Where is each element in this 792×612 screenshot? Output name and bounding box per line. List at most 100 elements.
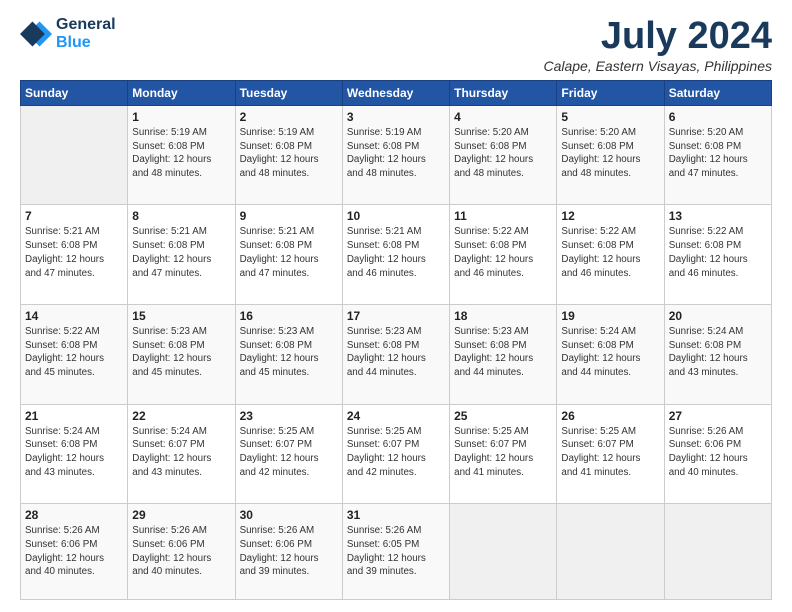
day-number: 14 <box>25 309 123 323</box>
day-number: 31 <box>347 508 445 522</box>
day-number: 3 <box>347 110 445 124</box>
day-number: 24 <box>347 409 445 423</box>
table-row: 10 Sunrise: 5:21 AM Sunset: 6:08 PM Dayli… <box>342 205 449 305</box>
title-block: July 2024 Calape, Eastern Visayas, Phili… <box>543 16 772 74</box>
day-number: 11 <box>454 209 552 223</box>
day-number: 19 <box>561 309 659 323</box>
day-info: Sunrise: 5:26 AM Sunset: 6:06 PM Dayligh… <box>669 425 767 480</box>
col-tuesday: Tuesday <box>235 80 342 105</box>
day-info: Sunrise: 5:20 AM Sunset: 6:08 PM Dayligh… <box>669 126 767 181</box>
col-thursday: Thursday <box>450 80 557 105</box>
day-number: 5 <box>561 110 659 124</box>
day-number: 2 <box>240 110 338 124</box>
day-info: Sunrise: 5:21 AM Sunset: 6:08 PM Dayligh… <box>25 225 123 280</box>
table-row: 19 Sunrise: 5:24 AM Sunset: 6:08 PM Dayli… <box>557 305 664 405</box>
day-info: Sunrise: 5:23 AM Sunset: 6:08 PM Dayligh… <box>132 325 230 380</box>
logo: General Blue <box>20 16 116 51</box>
table-row <box>450 504 557 600</box>
day-number: 1 <box>132 110 230 124</box>
col-saturday: Saturday <box>664 80 771 105</box>
logo-icon <box>20 18 52 50</box>
week-row-2: 7 Sunrise: 5:21 AM Sunset: 6:08 PM Daylig… <box>21 205 772 305</box>
table-row: 21Sunrise: 5:24 AM Sunset: 6:08 PM Dayli… <box>21 404 128 504</box>
col-monday: Monday <box>128 80 235 105</box>
table-row: 16Sunrise: 5:23 AM Sunset: 6:08 PM Dayli… <box>235 305 342 405</box>
table-row: 12Sunrise: 5:22 AM Sunset: 6:08 PM Dayli… <box>557 205 664 305</box>
week-row-1: 1 Sunrise: 5:19 AM Sunset: 6:08 PM Daylig… <box>21 105 772 205</box>
day-info: Sunrise: 5:25 AM Sunset: 6:07 PM Dayligh… <box>347 425 445 480</box>
day-info: Sunrise: 5:23 AM Sunset: 6:08 PM Dayligh… <box>454 325 552 380</box>
day-info: Sunrise: 5:19 AM Sunset: 6:08 PM Dayligh… <box>240 126 338 181</box>
table-row: 18Sunrise: 5:23 AM Sunset: 6:08 PM Dayli… <box>450 305 557 405</box>
week-row-4: 21Sunrise: 5:24 AM Sunset: 6:08 PM Dayli… <box>21 404 772 504</box>
day-info: Sunrise: 5:21 AM Sunset: 6:08 PM Dayligh… <box>347 225 445 280</box>
day-number: 27 <box>669 409 767 423</box>
table-row: 2 Sunrise: 5:19 AM Sunset: 6:08 PM Daylig… <box>235 105 342 205</box>
day-info: Sunrise: 5:22 AM Sunset: 6:08 PM Dayligh… <box>25 325 123 380</box>
day-info: Sunrise: 5:20 AM Sunset: 6:08 PM Dayligh… <box>454 126 552 181</box>
table-row: 6 Sunrise: 5:20 AM Sunset: 6:08 PM Daylig… <box>664 105 771 205</box>
calendar-table: Sunday Monday Tuesday Wednesday Thursday… <box>20 80 772 600</box>
day-info: Sunrise: 5:26 AM Sunset: 6:06 PM Dayligh… <box>132 524 230 579</box>
day-number: 26 <box>561 409 659 423</box>
day-info: Sunrise: 5:19 AM Sunset: 6:08 PM Dayligh… <box>132 126 230 181</box>
day-number: 22 <box>132 409 230 423</box>
table-row: 29 Sunrise: 5:26 AM Sunset: 6:06 PM Dayli… <box>128 504 235 600</box>
day-number: 7 <box>25 209 123 223</box>
week-row-3: 14 Sunrise: 5:22 AM Sunset: 6:08 PM Dayli… <box>21 305 772 405</box>
day-info: Sunrise: 5:25 AM Sunset: 6:07 PM Dayligh… <box>561 425 659 480</box>
table-row: 23Sunrise: 5:25 AM Sunset: 6:07 PM Dayli… <box>235 404 342 504</box>
day-info: Sunrise: 5:21 AM Sunset: 6:08 PM Dayligh… <box>132 225 230 280</box>
day-number: 17 <box>347 309 445 323</box>
day-number: 4 <box>454 110 552 124</box>
col-friday: Friday <box>557 80 664 105</box>
table-row: 11 Sunrise: 5:22 AM Sunset: 6:08 PM Dayli… <box>450 205 557 305</box>
day-info: Sunrise: 5:25 AM Sunset: 6:07 PM Dayligh… <box>454 425 552 480</box>
day-number: 23 <box>240 409 338 423</box>
day-info: Sunrise: 5:26 AM Sunset: 6:05 PM Dayligh… <box>347 524 445 579</box>
table-row: 25 Sunrise: 5:25 AM Sunset: 6:07 PM Dayli… <box>450 404 557 504</box>
day-info: Sunrise: 5:24 AM Sunset: 6:08 PM Dayligh… <box>25 425 123 480</box>
day-info: Sunrise: 5:26 AM Sunset: 6:06 PM Dayligh… <box>240 524 338 579</box>
header: General Blue July 2024 Calape, Eastern V… <box>20 16 772 74</box>
day-number: 6 <box>669 110 767 124</box>
day-number: 8 <box>132 209 230 223</box>
table-row: 4 Sunrise: 5:20 AM Sunset: 6:08 PM Daylig… <box>450 105 557 205</box>
table-row: 15 Sunrise: 5:23 AM Sunset: 6:08 PM Dayli… <box>128 305 235 405</box>
table-row <box>21 105 128 205</box>
table-row: 17 Sunrise: 5:23 AM Sunset: 6:08 PM Dayli… <box>342 305 449 405</box>
table-row: 30 Sunrise: 5:26 AM Sunset: 6:06 PM Dayli… <box>235 504 342 600</box>
table-row: 20Sunrise: 5:24 AM Sunset: 6:08 PM Dayli… <box>664 305 771 405</box>
day-number: 29 <box>132 508 230 522</box>
col-sunday: Sunday <box>21 80 128 105</box>
day-info: Sunrise: 5:23 AM Sunset: 6:08 PM Dayligh… <box>347 325 445 380</box>
day-number: 9 <box>240 209 338 223</box>
day-info: Sunrise: 5:23 AM Sunset: 6:08 PM Dayligh… <box>240 325 338 380</box>
day-number: 15 <box>132 309 230 323</box>
table-row: 26 Sunrise: 5:25 AM Sunset: 6:07 PM Dayli… <box>557 404 664 504</box>
day-number: 30 <box>240 508 338 522</box>
header-row: Sunday Monday Tuesday Wednesday Thursday… <box>21 80 772 105</box>
day-info: Sunrise: 5:22 AM Sunset: 6:08 PM Dayligh… <box>454 225 552 280</box>
table-row: 31 Sunrise: 5:26 AM Sunset: 6:05 PM Dayli… <box>342 504 449 600</box>
week-row-5: 28Sunrise: 5:26 AM Sunset: 6:06 PM Dayli… <box>21 504 772 600</box>
table-row: 24 Sunrise: 5:25 AM Sunset: 6:07 PM Dayli… <box>342 404 449 504</box>
col-wednesday: Wednesday <box>342 80 449 105</box>
logo-text: General Blue <box>56 16 116 51</box>
table-row: 14 Sunrise: 5:22 AM Sunset: 6:08 PM Dayli… <box>21 305 128 405</box>
day-info: Sunrise: 5:24 AM Sunset: 6:08 PM Dayligh… <box>669 325 767 380</box>
day-info: Sunrise: 5:22 AM Sunset: 6:08 PM Dayligh… <box>669 225 767 280</box>
table-row: 27 Sunrise: 5:26 AM Sunset: 6:06 PM Dayli… <box>664 404 771 504</box>
day-info: Sunrise: 5:22 AM Sunset: 6:08 PM Dayligh… <box>561 225 659 280</box>
table-row <box>557 504 664 600</box>
page: General Blue July 2024 Calape, Eastern V… <box>0 0 792 612</box>
table-row: 28Sunrise: 5:26 AM Sunset: 6:06 PM Dayli… <box>21 504 128 600</box>
day-number: 10 <box>347 209 445 223</box>
table-row: 8 Sunrise: 5:21 AM Sunset: 6:08 PM Daylig… <box>128 205 235 305</box>
day-info: Sunrise: 5:24 AM Sunset: 6:08 PM Dayligh… <box>561 325 659 380</box>
day-number: 25 <box>454 409 552 423</box>
day-info: Sunrise: 5:21 AM Sunset: 6:08 PM Dayligh… <box>240 225 338 280</box>
table-row: 9 Sunrise: 5:21 AM Sunset: 6:08 PM Daylig… <box>235 205 342 305</box>
month-title: July 2024 <box>543 16 772 58</box>
location: Calape, Eastern Visayas, Philippines <box>543 58 772 74</box>
